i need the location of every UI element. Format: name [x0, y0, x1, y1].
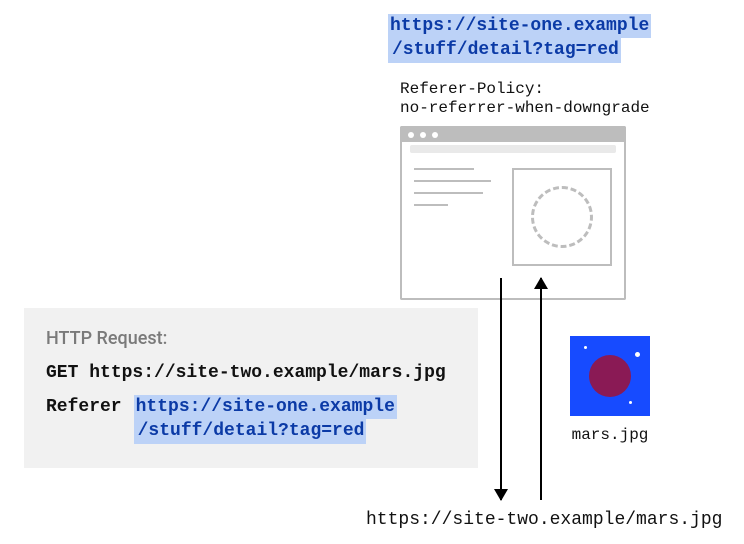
mars-image-icon: [570, 336, 650, 416]
http-request-line: GET https://site-two.example/mars.jpg: [46, 363, 456, 383]
policy-header: Referer-Policy:: [400, 80, 650, 99]
referer-value: https://site-one.example /stuff/detail?t…: [134, 395, 397, 444]
destination-url: https://site-two.example/mars.jpg: [366, 510, 722, 530]
browser-content: [400, 156, 626, 300]
browser-address-bar: [400, 142, 626, 156]
mars-image-block: mars.jpg: [570, 336, 650, 444]
page-url-label: https://site-one.example /stuff/detail?t…: [388, 14, 651, 63]
http-target-url: https://site-two.example/mars.jpg: [89, 363, 445, 383]
page-text-lines-icon: [414, 168, 500, 286]
browser-window-icon: [400, 126, 626, 300]
mars-filename: mars.jpg: [570, 426, 650, 444]
referer-line2: /stuff/detail?tag=red: [134, 419, 367, 443]
page-url-line1: https://site-one.example: [388, 14, 651, 38]
referer-label: Referer: [46, 397, 122, 417]
browser-titlebar: [400, 126, 626, 142]
http-request-title: HTTP Request:: [46, 328, 456, 349]
dashed-circle-icon: [531, 186, 593, 248]
policy-value: no-referrer-when-downgrade: [400, 99, 650, 118]
referer-policy: Referer-Policy: no-referrer-when-downgra…: [400, 80, 650, 118]
http-request-box: HTTP Request: GET https://site-two.examp…: [24, 308, 478, 468]
page-url-line2: /stuff/detail?tag=red: [388, 38, 621, 62]
http-referer-line: Referer https://site-one.example /stuff/…: [46, 395, 456, 444]
response-arrow-up-icon: [540, 278, 542, 500]
http-method: GET: [46, 363, 78, 383]
request-arrow-down-icon: [500, 278, 502, 500]
referer-line1: https://site-one.example: [134, 395, 397, 419]
image-placeholder: [512, 168, 612, 266]
